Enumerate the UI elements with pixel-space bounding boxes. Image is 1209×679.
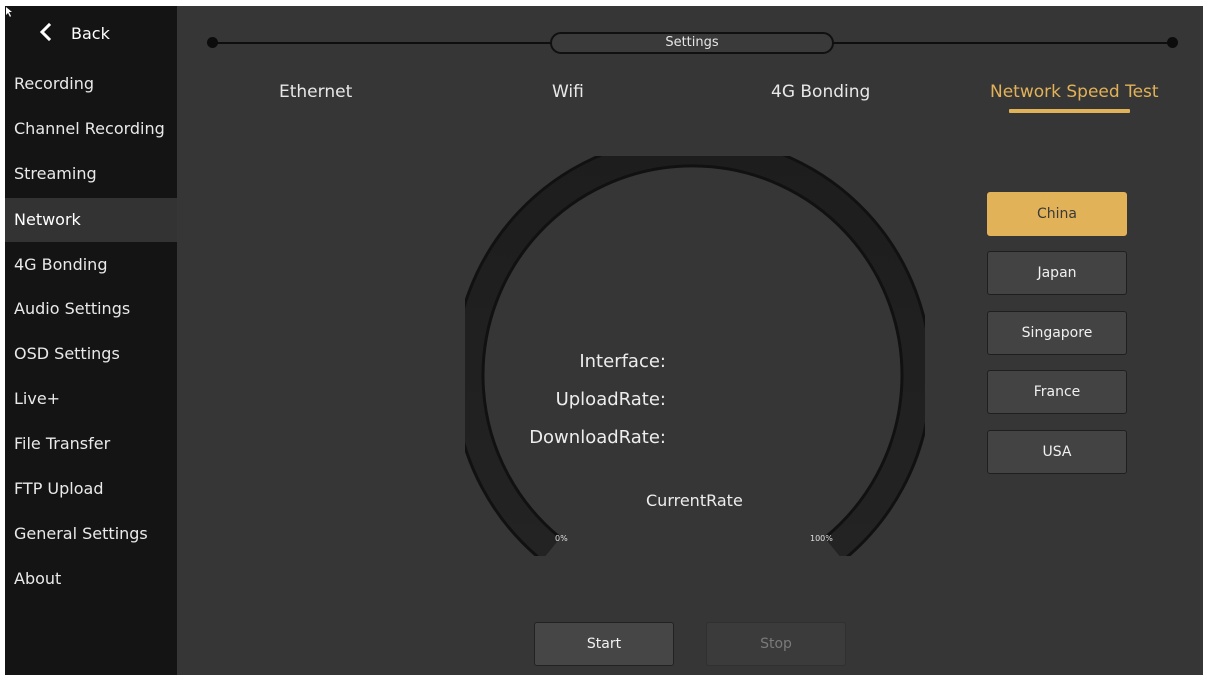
sidebar-item-4g-bonding[interactable]: 4G Bonding <box>5 243 177 287</box>
tab-4g-bonding[interactable]: 4G Bonding <box>771 82 870 102</box>
sidebar-item-streaming[interactable]: Streaming <box>5 152 177 196</box>
interface-label: Interface: <box>579 351 666 372</box>
stop-button[interactable]: Stop <box>706 622 846 666</box>
download-rate-label: DownloadRate: <box>529 427 666 448</box>
upload-rate-label: UploadRate: <box>555 389 666 410</box>
sidebar-item-network[interactable]: Network <box>5 198 177 242</box>
gauge-min-label: 0% <box>555 534 568 543</box>
region-china-button[interactable]: China <box>987 192 1127 236</box>
tab-network-speed-test[interactable]: Network Speed Test <box>990 82 1159 102</box>
region-usa-button[interactable]: USA <box>987 430 1127 474</box>
sidebar-item-audio-settings[interactable]: Audio Settings <box>5 287 177 331</box>
back-label: Back <box>71 24 110 43</box>
region-singapore-button[interactable]: Singapore <box>987 311 1127 355</box>
gauge-max-label: 100% <box>810 534 833 543</box>
active-tab-indicator <box>1009 109 1130 113</box>
region-france-button[interactable]: France <box>987 370 1127 414</box>
header-line-left-dot <box>207 37 218 48</box>
sidebar-item-live-plus[interactable]: Live+ <box>5 377 177 421</box>
tab-wifi[interactable]: Wifi <box>552 82 584 102</box>
sidebar-item-about[interactable]: About <box>5 557 177 601</box>
sidebar: Back Recording Channel Recording Streami… <box>5 6 177 675</box>
sidebar-item-osd-settings[interactable]: OSD Settings <box>5 332 177 376</box>
current-rate-label: CurrentRate <box>646 491 743 510</box>
start-button[interactable]: Start <box>534 622 674 666</box>
app-window: Back Recording Channel Recording Streami… <box>5 6 1203 675</box>
chevron-left-icon <box>39 23 52 41</box>
page-title: Settings <box>550 32 834 54</box>
header-line-right-dot <box>1167 37 1178 48</box>
tab-ethernet[interactable]: Ethernet <box>279 82 352 102</box>
back-button[interactable]: Back <box>5 6 177 58</box>
sidebar-item-general-settings[interactable]: General Settings <box>5 512 177 556</box>
sidebar-item-recording[interactable]: Recording <box>5 62 177 106</box>
sidebar-item-file-transfer[interactable]: File Transfer <box>5 422 177 466</box>
sidebar-item-channel-recording[interactable]: Channel Recording <box>5 107 177 151</box>
sidebar-item-ftp-upload[interactable]: FTP Upload <box>5 467 177 511</box>
region-japan-button[interactable]: Japan <box>987 251 1127 295</box>
